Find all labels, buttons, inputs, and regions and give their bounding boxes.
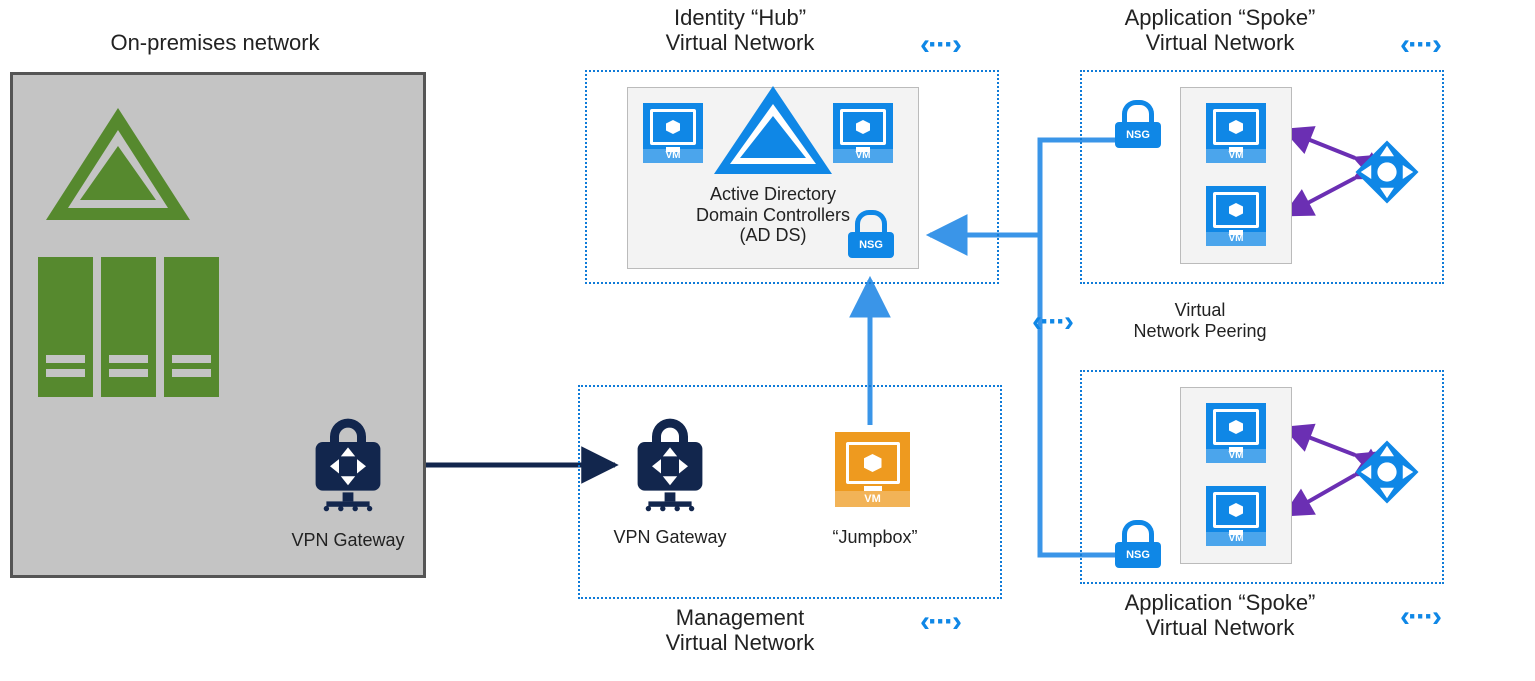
mgmt-gw-label: VPN Gateway xyxy=(595,527,745,548)
load-balancer-icon xyxy=(1352,137,1422,207)
hub-vnet: VM VM Active Directory Domain Controller… xyxy=(585,70,999,284)
vm-icon: VM xyxy=(1206,186,1266,246)
hub-title-l1: Identity “Hub” xyxy=(674,5,806,30)
vpn-gateway-icon xyxy=(303,405,393,515)
vm-icon: VM xyxy=(833,103,893,163)
hub-title: Identity “Hub” Virtual Network xyxy=(585,5,895,56)
vm-tag: VM xyxy=(643,149,703,163)
vm-icon: VM xyxy=(1206,403,1266,463)
nsg-icon: NSG xyxy=(1115,520,1161,568)
server-icon xyxy=(101,257,156,397)
onprem-gw-label: VPN Gateway xyxy=(273,530,423,551)
spoke-top-title: Application “Spoke” Virtual Network xyxy=(1065,5,1375,56)
jumpbox-vm-icon: VM xyxy=(835,432,910,507)
mgmt-title: Management Virtual Network xyxy=(585,605,895,656)
load-balancer-icon xyxy=(1352,437,1422,507)
peering-icon: ‹···› xyxy=(920,28,960,62)
vm-tag: VM xyxy=(1206,232,1266,246)
vm-icon: VM xyxy=(643,103,703,163)
vpn-gateway-icon xyxy=(625,405,715,515)
onprem-title: On-premises network xyxy=(10,30,420,55)
peering-label: Virtual Network Peering xyxy=(1100,300,1300,341)
ad-triangle-icon xyxy=(708,82,838,182)
nsg-icon: NSG xyxy=(848,210,894,258)
architecture-diagram: On-premises network xyxy=(0,0,1535,681)
vm-tag: VM xyxy=(1206,449,1266,463)
peering-icon: ‹···› xyxy=(1400,600,1440,634)
vm-tag: VM xyxy=(835,491,910,507)
ad-triangle-icon xyxy=(38,100,198,230)
server-icon xyxy=(38,257,93,397)
server-icon xyxy=(164,257,219,397)
vm-tag: VM xyxy=(1206,149,1266,163)
peering-icon: ‹···› xyxy=(1032,305,1072,339)
jumpbox-label: “Jumpbox” xyxy=(795,527,955,548)
vm-tag: VM xyxy=(1206,532,1266,546)
mgmt-vnet: VPN Gateway VM “Jumpbox” xyxy=(578,385,1002,599)
vm-icon: VM xyxy=(1206,486,1266,546)
peering-icon: ‹···› xyxy=(1400,28,1440,62)
vm-tag: VM xyxy=(833,149,893,163)
nsg-icon: NSG xyxy=(1115,100,1161,148)
vm-icon: VM xyxy=(1206,103,1266,163)
peering-icon: ‹···› xyxy=(920,605,960,639)
hub-title-l2: Virtual Network xyxy=(666,30,815,55)
spoke-top-avset: VM VM xyxy=(1180,87,1292,264)
spoke-bottom-title: Application “Spoke” Virtual Network xyxy=(1065,590,1375,641)
onprem-box: VPN Gateway xyxy=(10,72,426,578)
spoke-bottom-avset: VM VM xyxy=(1180,387,1292,564)
